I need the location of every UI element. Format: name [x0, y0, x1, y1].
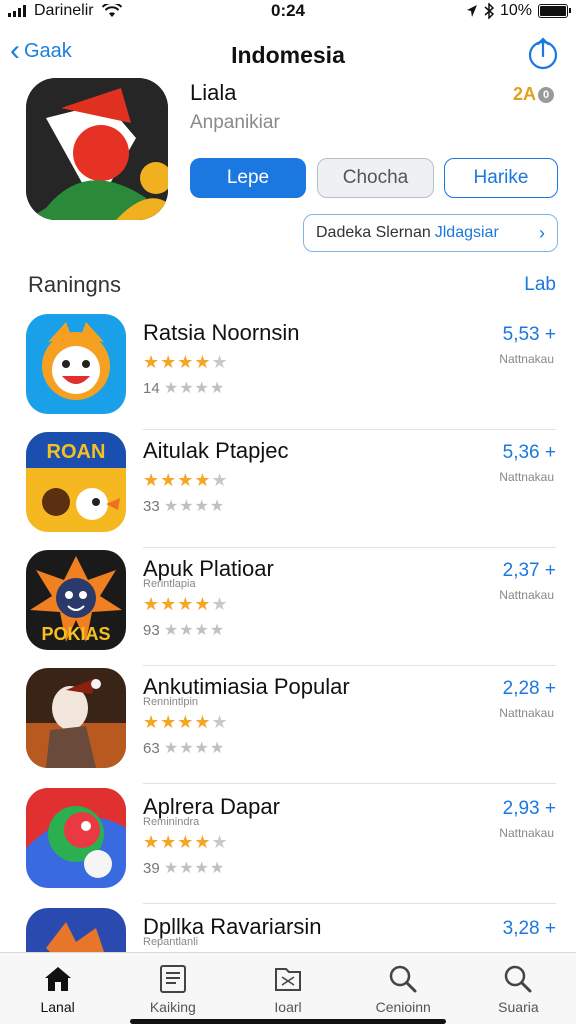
list-item[interactable]: Ankutimiasia Popular Rennintlpin ★★★★★ 6… — [0, 664, 576, 784]
page-title: Indomesia — [231, 42, 345, 68]
get-button[interactable]: Lepe — [190, 158, 306, 198]
share-icon[interactable] — [528, 36, 558, 70]
search-icon — [505, 965, 532, 993]
app-icon — [26, 788, 126, 888]
price-note: Nattnakau — [499, 706, 554, 720]
outline-button[interactable]: Harike — [444, 158, 558, 198]
rating-count-value: 93 — [143, 622, 160, 639]
list-item[interactable]: ROAN Aitulak Ptapjec ★★★★★ 33 ★★★★ 5,36 … — [0, 428, 576, 548]
home-indicator — [130, 1019, 446, 1024]
rating-count: 14 ★★★★ — [143, 380, 226, 397]
location-icon — [466, 5, 477, 17]
price-note: Nattnakau — [499, 470, 554, 484]
rating-count-value: 33 — [143, 498, 160, 515]
section-title: Raningns — [28, 272, 121, 297]
tab-bar: Lanal Kaiking Ioarl Cenioinn Suaria — [0, 952, 576, 1024]
app-logo-graphic — [26, 78, 168, 220]
developer-label: Repantlanli — [143, 936, 199, 948]
rating-count-value: 63 — [143, 740, 160, 757]
app-icon — [26, 314, 126, 414]
app-name: Liala — [190, 80, 237, 105]
tab-label: Ioarl — [274, 999, 302, 1015]
app-icon — [26, 668, 126, 768]
battery-icon — [538, 4, 571, 18]
details-link-accent: Jldagsiar — [434, 224, 499, 241]
tab-label: Lanal — [40, 999, 75, 1015]
list-item[interactable]: POKIAS Apuk Platioar Rerintlapia ★★★★★ 9… — [0, 546, 576, 666]
tab-folder[interactable]: Ioarl — [230, 953, 345, 1024]
bluetooth-icon — [484, 3, 494, 19]
status-bar: Darinelir 0:24 10% — [0, 0, 576, 24]
app-icon[interactable] — [26, 78, 168, 220]
secondary-button[interactable]: Chocha — [317, 158, 434, 198]
svg-text:POKIAS: POKIAS — [41, 624, 110, 644]
tab-search[interactable]: Suaria — [461, 953, 576, 1024]
search-icon — [389, 965, 417, 993]
rank-value: 2A — [512, 84, 536, 104]
price-button[interactable]: 5,36 + — [503, 442, 556, 464]
price-note: Nattnakau — [499, 826, 554, 840]
developer-label: Rennintlpin — [143, 696, 199, 708]
rating-count-value: 39 — [143, 860, 160, 877]
list-item[interactable]: Aplrera Dapar Reminindra ★★★★★ 39 ★★★★ 2… — [0, 784, 576, 904]
rating-stars: ★★★★★ — [143, 832, 229, 852]
tab-search-alt[interactable]: Cenioinn — [346, 953, 461, 1024]
list-item[interactable]: Ratsia Noornsin ★★★★★ 14 ★★★★ 5,53 + Nat… — [0, 310, 576, 430]
price-note: Nattnakau — [499, 588, 554, 602]
list-item[interactable]: Dpllka Ravariarsin Repantlanli 3,28 + — [0, 904, 576, 952]
app-title: Aitulak Ptapjec — [143, 438, 289, 463]
chevron-right-icon: › — [539, 222, 545, 243]
developer-label: Rerintlapia — [143, 578, 196, 590]
developer-label: Reminindra — [143, 816, 200, 828]
tab-label: Kaiking — [149, 999, 196, 1015]
app-icon — [26, 908, 126, 952]
rating-stars: ★★★★★ — [143, 594, 229, 614]
app-title: Ratsia Noornsin — [143, 320, 300, 345]
rating-stars: ★★★★★ — [143, 352, 229, 372]
rating-count: 93 ★★★★ — [143, 622, 226, 639]
folder-icon — [275, 968, 301, 991]
tab-label: Cenioinn — [375, 999, 431, 1015]
rating-count: 63 ★★★★ — [143, 740, 226, 757]
price-button[interactable]: 2,37 + — [503, 560, 556, 582]
price-note: Nattnakau — [499, 352, 554, 366]
rating-count: 33 ★★★★ — [143, 498, 226, 515]
tab-home[interactable]: Lanal — [0, 953, 115, 1024]
app-icon: POKIAS — [26, 550, 126, 650]
rating-stars: ★★★★★ — [143, 470, 229, 490]
app-subtitle: Anpanikiar — [190, 112, 280, 133]
app-icon: ROAN — [26, 432, 126, 532]
rating-count-value: 14 — [143, 380, 160, 397]
see-all-link[interactable]: Lab — [524, 274, 556, 296]
details-link[interactable]: Dadeka Slernan Jldagsiar › — [303, 214, 558, 252]
tab-ranking[interactable]: Kaiking — [115, 953, 230, 1024]
price-button[interactable]: 5,53 + — [503, 324, 556, 346]
house-icon — [44, 967, 71, 991]
status-right: 10% — [466, 2, 571, 20]
battery-percent: 10% — [499, 2, 532, 19]
rating-count: 39 ★★★★ — [143, 860, 226, 877]
svg-text:ROAN: ROAN — [47, 441, 106, 463]
price-button[interactable]: 3,28 + — [503, 918, 556, 940]
price-button[interactable]: 2,93 + — [503, 798, 556, 820]
document-icon — [159, 965, 186, 993]
details-link-text: Dadeka Slernan — [316, 224, 431, 241]
rating-stars: ★★★★★ — [143, 712, 229, 732]
rank-circle-icon: 0 — [538, 87, 554, 104]
rank-badge: 2A 0 — [513, 84, 554, 105]
tab-label: Suaria — [498, 999, 539, 1015]
price-button[interactable]: 2,28 + — [503, 678, 556, 700]
